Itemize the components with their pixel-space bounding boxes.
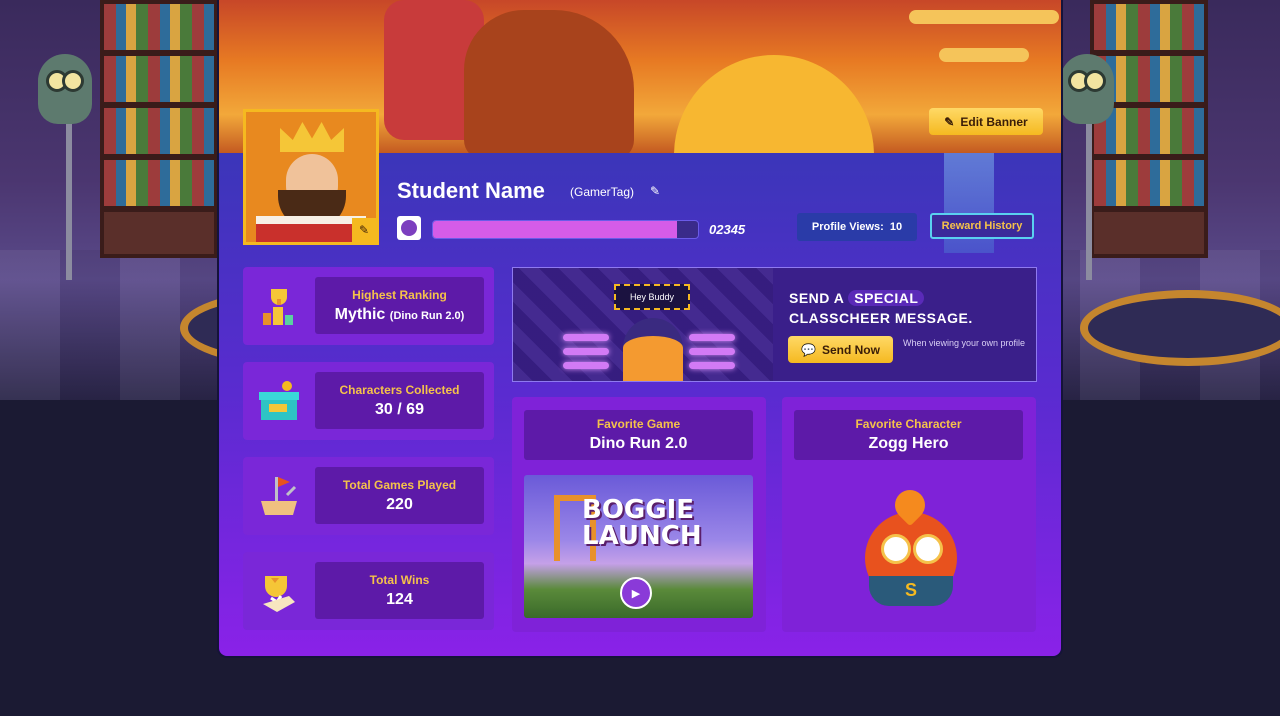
favorite-character-header: Favorite Character Zogg Hero (794, 410, 1023, 460)
send-note: When viewing your own profile (903, 338, 1026, 348)
profile-views-value: 10 (889, 221, 903, 233)
xp-progress-bar (432, 220, 699, 239)
crown-icon (280, 122, 344, 152)
send-now-button[interactable]: 💬 Send Now (788, 336, 893, 363)
favorite-character-value: Zogg Hero (868, 435, 949, 452)
neon-bar (689, 348, 735, 355)
perch-stand-left (66, 110, 72, 280)
classcheer-title-line2: CLASSCHEER MESSAGE. (789, 310, 973, 326)
avatar-edit-button[interactable]: ✎ (352, 218, 376, 242)
bookshelf-right (1090, 0, 1208, 258)
neon-bar (563, 362, 609, 369)
stat-value-main: Mythic (334, 305, 386, 323)
stat-label: Total Wins (369, 572, 430, 587)
stat-content: Characters Collected 30 / 69 (315, 372, 484, 429)
winner-cup-icon (257, 570, 301, 614)
bookshelf-left (100, 0, 218, 258)
classcheer-title-highlight: SPECIAL (848, 290, 925, 306)
neon-bar (689, 362, 735, 369)
pencil-icon: ✎ (358, 223, 370, 237)
cloud (939, 48, 1029, 62)
monster-eye (881, 534, 911, 564)
pencil-icon: ✎ (944, 114, 955, 129)
monster-eye (913, 534, 943, 564)
zogg-hero-character-image: S (855, 483, 963, 610)
student-name: Student Name (397, 178, 545, 203)
stat-value: 30 / 69 (375, 400, 424, 418)
favorite-character-label: Favorite Character (855, 417, 962, 431)
favorite-game-header: Favorite Game Dino Run 2.0 (524, 410, 753, 460)
stat-label: Total Games Played (342, 477, 457, 492)
reward-history-button[interactable]: Reward History (930, 213, 1034, 239)
perch-stand-right (1086, 110, 1092, 280)
classcheer-promo: Hey Buddy SEND A SPECIAL CLASSCHEER MESS… (512, 267, 1037, 382)
stat-card-highest-ranking: Highest Ranking Mythic (Dino Run 2.0) (243, 267, 494, 345)
xp-value: 02345 (709, 222, 746, 237)
play-icon[interactable]: ▶ (620, 577, 652, 609)
stat-card-total-wins: Total Wins 124 (243, 552, 494, 630)
game-title-line2: LAUNCH (582, 521, 702, 551)
chat-bubble-icon: 💬 (801, 342, 816, 357)
gift-box-icon (257, 380, 301, 424)
favorite-game-value: Dino Run 2.0 (589, 435, 688, 452)
send-now-label: Send Now (821, 342, 880, 357)
stat-content: Total Games Played 220 (315, 467, 484, 524)
sun (674, 55, 874, 153)
cheering-kid-figure (623, 318, 683, 381)
stat-value: Mythic (Dino Run 2.0) (335, 306, 465, 324)
flag-sandcastle-icon (257, 475, 301, 519)
owl-right-icon (1060, 54, 1114, 124)
stat-value-sub: (Dino Run 2.0) (389, 309, 465, 322)
avatar[interactable]: ✎ (243, 109, 379, 245)
favorite-game-thumbnail[interactable]: BOGGIE LAUNCH ▶ (524, 475, 753, 618)
edit-banner-label: Edit Banner (960, 114, 1028, 129)
stat-card-characters-collected: Characters Collected 30 / 69 (243, 362, 494, 440)
classcheer-title-prefix: SEND A (789, 290, 844, 306)
xp-progress-fill (433, 221, 677, 238)
profile-views-badge: Profile Views: 10 (797, 213, 917, 241)
stat-content: Highest Ranking Mythic (Dino Run 2.0) (315, 277, 484, 334)
pedestal-right (1080, 290, 1280, 366)
horse-figure (464, 10, 634, 153)
classcheer-title: SEND A SPECIAL CLASSCHEER MESSAGE. (789, 288, 973, 328)
king-robe (256, 216, 366, 242)
hey-buddy-sign: Hey Buddy (614, 284, 690, 310)
favorite-game-card: Favorite Game Dino Run 2.0 BOGGIE LAUNCH… (512, 397, 766, 632)
stat-card-total-games-played: Total Games Played 220 (243, 457, 494, 535)
stat-value: 124 (386, 590, 413, 608)
stat-label: Characters Collected (339, 382, 460, 397)
cloud (909, 10, 1059, 24)
level-badge-icon (397, 216, 421, 240)
edit-name-pencil-icon[interactable]: ✎ (650, 184, 660, 198)
neon-bar (563, 348, 609, 355)
neon-bar (689, 334, 735, 341)
edit-banner-button[interactable]: ✎ Edit Banner (929, 108, 1043, 135)
stat-value: 220 (386, 495, 413, 513)
trophy-icon (257, 285, 301, 329)
favorite-game-label: Favorite Game (596, 417, 681, 431)
gamertag: (GamerTag) (570, 185, 635, 199)
game-thumbnail-title: BOGGIE LAUNCH (582, 497, 702, 549)
profile-panel: ✎ Edit Banner ✎ Student Name (GamerTag) … (219, 0, 1061, 656)
neon-bar (563, 334, 609, 341)
owl-left-icon (38, 54, 92, 124)
stat-label: Highest Ranking (352, 287, 447, 302)
game-title-line1: BOGGIE (582, 495, 695, 525)
profile-views-label: Profile Views: (811, 221, 884, 233)
monster-cape: S (869, 576, 953, 606)
favorite-character-card: Favorite Character Zogg Hero S (782, 397, 1036, 632)
stat-content: Total Wins 124 (315, 562, 484, 619)
